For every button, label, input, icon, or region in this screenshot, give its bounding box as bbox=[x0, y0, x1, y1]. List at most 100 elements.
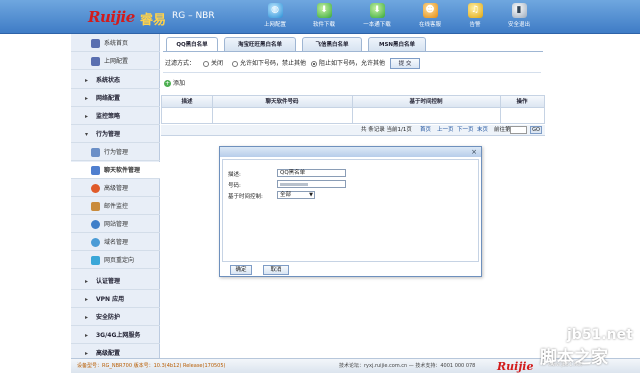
globe-icon: ◍ bbox=[267, 3, 283, 18]
redirect-icon bbox=[91, 256, 100, 265]
radio-icon bbox=[232, 60, 238, 67]
column-divider bbox=[352, 96, 353, 123]
sidebar-item-redirect[interactable]: 网页重定向 bbox=[71, 252, 160, 269]
sidebar-item-vpn[interactable]: ▸ VPN 应用 bbox=[71, 291, 160, 308]
sidebar-item-3g4g[interactable]: ▸ 3G/4G上网服务 bbox=[71, 327, 160, 344]
pager-summary: 共 条记录 当前1/1页 bbox=[361, 127, 412, 133]
tab-msn-list[interactable]: MSN黑白名单 bbox=[368, 37, 426, 51]
description-label: 描述: bbox=[228, 172, 241, 178]
support-info: 技术论坛：ryxj.ruijie.com.cn — 技术支持：4001 000 … bbox=[339, 363, 476, 369]
product-name: RG – NBR bbox=[172, 11, 215, 21]
sidebar-item-security[interactable]: ▸ 安全防护 bbox=[71, 309, 160, 326]
download-icon: ⬇ bbox=[316, 3, 332, 18]
sidebar-item-chat-software[interactable]: 聊天软件管理 bbox=[71, 162, 160, 179]
monitor-icon bbox=[91, 57, 100, 66]
number-label: 号码: bbox=[228, 183, 241, 189]
pager-next-link[interactable]: 下一页 bbox=[457, 125, 474, 136]
plus-icon: + bbox=[164, 80, 171, 87]
pager-goto-label: 前往第 bbox=[494, 127, 511, 133]
dialog-footer: 确定 取消 bbox=[220, 264, 481, 276]
toolbar-logout-button[interactable]: ▮ 安全退出 bbox=[497, 3, 541, 32]
sidebar-item-advanced[interactable]: 高级管理 bbox=[71, 180, 160, 197]
column-actions: 操作 bbox=[516, 99, 528, 105]
filter-row: 过滤方式： 关闭 允许如下号码，禁止其他 阻止如下号码，允许其他 提 交 bbox=[163, 55, 541, 73]
ruijie-logo-cn: 睿易 bbox=[140, 13, 167, 28]
ok-button[interactable]: 确定 bbox=[230, 265, 252, 275]
time-control-label: 基于时间控制: bbox=[228, 194, 263, 200]
chat-icon bbox=[91, 166, 100, 175]
download-icon: ⬇ bbox=[369, 3, 385, 18]
sidebar-item-network-config[interactable]: ▸ 网络配置 bbox=[71, 90, 160, 107]
chevron-right-icon: ▸ bbox=[85, 332, 89, 339]
footer-logo: Ruijie bbox=[497, 360, 534, 373]
description-input[interactable]: QQ黑名单 bbox=[277, 169, 346, 177]
stats-icon bbox=[91, 148, 100, 157]
tab-divider bbox=[163, 51, 543, 52]
dialog-body: 描述: QQ黑名单 号码: 基于时间控制: 全部 ▼ bbox=[222, 159, 479, 262]
sidebar-item-internet-config[interactable]: 上网配置 bbox=[71, 53, 160, 70]
advanced-icon bbox=[91, 184, 100, 193]
go-button[interactable]: GO bbox=[530, 126, 542, 134]
website-icon bbox=[91, 220, 100, 229]
watermark-site: jb51.net bbox=[567, 327, 633, 343]
column-description: 描述 bbox=[181, 99, 193, 105]
sidebar-item-domain-management[interactable]: 域名管理 bbox=[71, 234, 160, 251]
chevron-right-icon: ▸ bbox=[85, 113, 89, 120]
filter-option-off[interactable]: 关闭 bbox=[203, 55, 223, 73]
sidebar-item-home[interactable]: 系统首页 bbox=[71, 35, 160, 52]
add-button[interactable]: + 添加 bbox=[164, 79, 185, 89]
number-input[interactable] bbox=[277, 180, 346, 188]
mail-icon bbox=[91, 202, 100, 211]
radio-selected-icon bbox=[311, 60, 317, 67]
toolbar-alarm-button[interactable]: ♫ 告警 bbox=[453, 3, 497, 32]
chevron-right-icon: ▸ bbox=[85, 95, 89, 102]
sidebar-item-behavior-management[interactable]: ▾ 行为管理 bbox=[71, 126, 160, 143]
people-icon: ☻ bbox=[422, 3, 438, 18]
chevron-right-icon: ▸ bbox=[85, 278, 89, 285]
dialog-titlebar: × bbox=[220, 147, 481, 157]
page-number-input[interactable] bbox=[510, 126, 527, 134]
chevron-down-icon: ▾ bbox=[85, 131, 89, 138]
close-icon[interactable]: × bbox=[471, 148, 477, 156]
sidebar-item-mail-monitor[interactable]: 邮件监控 bbox=[71, 198, 160, 215]
sidebar-item-system-status[interactable]: ▸ 系统状态 bbox=[71, 72, 160, 89]
chevron-right-icon: ▸ bbox=[85, 77, 89, 84]
ruijie-logo: Ruijie bbox=[88, 8, 135, 26]
submit-button[interactable]: 提 交 bbox=[390, 58, 420, 69]
monitor-icon bbox=[91, 39, 100, 48]
time-control-select[interactable]: 全部 ▼ bbox=[277, 191, 315, 199]
column-time-control: 基于时间控制 bbox=[409, 99, 443, 105]
cancel-button[interactable]: 取消 bbox=[263, 265, 289, 275]
toolbar-software-download-button[interactable]: ⬇ 软件下载 bbox=[302, 3, 346, 32]
filter-option-allow[interactable]: 允许如下号码，禁止其他 bbox=[232, 55, 306, 73]
column-chat-number: 聊天软件号码 bbox=[265, 99, 299, 105]
toolbar-manual-download-button[interactable]: ⬇ 一本通下载 bbox=[355, 3, 399, 32]
edit-dialog: × 描述: QQ黑名单 号码: 基于时间控制: 全部 ▼ 确定 取消 bbox=[219, 146, 482, 277]
column-divider bbox=[212, 96, 213, 123]
blurred-number bbox=[280, 183, 308, 186]
table-header: 描述 聊天软件号码 基于时间控制 操作 bbox=[162, 96, 544, 108]
pager-last-link[interactable]: 末页 bbox=[477, 125, 488, 136]
tab-qq-list[interactable]: QQ黑白名单 bbox=[166, 37, 218, 52]
pagination-bar: 共 条记录 当前1/1页 首页 上一页 下一页 末页 前往第 页 GO bbox=[161, 125, 545, 136]
bell-icon: ♫ bbox=[467, 3, 483, 18]
tab-taobao-list[interactable]: 淘宝旺旺黑白名单 bbox=[224, 37, 296, 51]
add-label: 添加 bbox=[173, 80, 186, 87]
radio-icon bbox=[203, 60, 209, 67]
sidebar-item-website-management[interactable]: 网站管理 bbox=[71, 216, 160, 233]
chevron-right-icon: ▸ bbox=[85, 314, 89, 321]
list-table: 描述 聊天软件号码 基于时间控制 操作 bbox=[161, 95, 545, 124]
tab-fetion-list[interactable]: 飞信黑白名单 bbox=[302, 37, 362, 51]
sidebar-item-monitor-policy[interactable]: ▸ 监控策略 bbox=[71, 108, 160, 125]
sidebar-item-behavior-sub[interactable]: 行为管理 bbox=[71, 144, 160, 161]
toolbar-online-support-button[interactable]: ☻ 在线客服 bbox=[408, 3, 452, 32]
filter-option-block[interactable]: 阻止如下号码，允许其他 bbox=[311, 55, 385, 73]
pager-first-link[interactable]: 首页 bbox=[420, 125, 431, 136]
chevron-right-icon: ▸ bbox=[85, 296, 89, 303]
chevron-down-icon: ▼ bbox=[309, 192, 313, 198]
sidebar-item-auth-management[interactable]: ▸ 认证管理 bbox=[71, 273, 160, 290]
pager-prev-link[interactable]: 上一页 bbox=[437, 125, 454, 136]
toolbar-internet-config-button[interactable]: ◍ 上网配置 bbox=[253, 3, 297, 32]
watermark-url: www.jb51.net bbox=[548, 362, 583, 368]
filter-label: 过滤方式： bbox=[165, 60, 196, 67]
